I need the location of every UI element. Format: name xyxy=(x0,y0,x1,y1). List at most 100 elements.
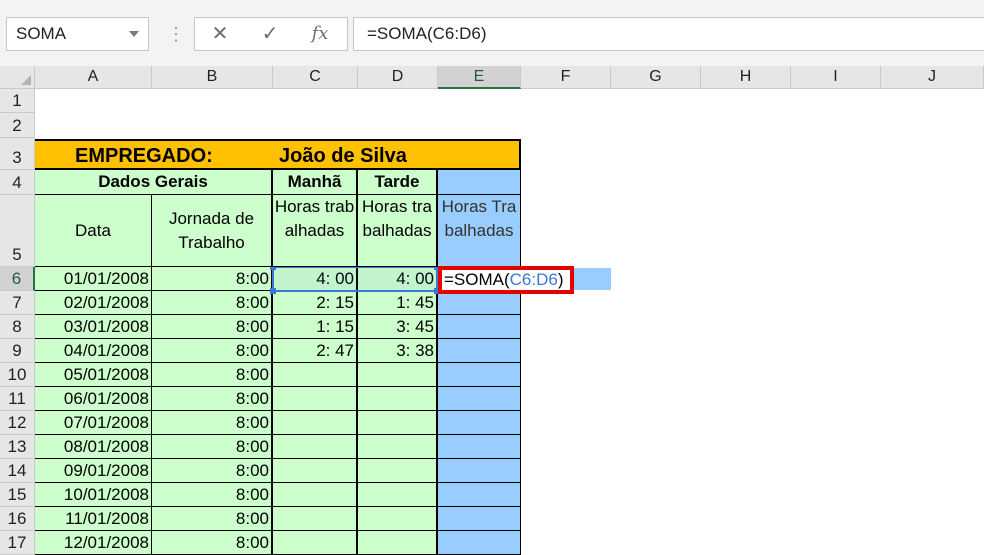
cell-date[interactable]: 12/01/2008 xyxy=(35,531,152,555)
cell-manha[interactable] xyxy=(273,411,358,435)
cell-date[interactable]: 07/01/2008 xyxy=(35,411,152,435)
cell-manha[interactable] xyxy=(273,387,358,411)
row-header-14[interactable]: 14 xyxy=(0,459,35,483)
cell-tarde[interactable] xyxy=(358,363,438,387)
row-header-4[interactable]: 4 xyxy=(0,170,35,195)
column-header-a[interactable]: A xyxy=(35,66,152,89)
cell-manha[interactable] xyxy=(273,483,358,507)
cell-date[interactable]: 03/01/2008 xyxy=(35,315,152,339)
column-header-g[interactable]: G xyxy=(611,66,701,89)
cell-jornada[interactable]: 8:00 xyxy=(152,363,273,387)
cell-date[interactable]: 06/01/2008 xyxy=(35,387,152,411)
header-jornada[interactable]: Jornada de Trabalho xyxy=(152,195,273,267)
cell-tarde[interactable] xyxy=(358,507,438,531)
drag-handle-icon[interactable]: ⋮ xyxy=(167,22,185,46)
row-header-12[interactable]: 12 xyxy=(0,411,35,435)
cell-date[interactable]: 09/01/2008 xyxy=(35,459,152,483)
cell-date[interactable]: 10/01/2008 xyxy=(35,483,152,507)
row-header-9[interactable]: 9 xyxy=(0,339,35,363)
cell-tarde[interactable]: 3: 38 xyxy=(358,339,438,363)
cancel-icon[interactable]: ✕ xyxy=(195,18,245,50)
group-tarde[interactable]: Tarde xyxy=(358,170,438,195)
cell-date[interactable]: 08/01/2008 xyxy=(35,435,152,459)
cell-jornada[interactable]: 8:00 xyxy=(152,531,273,555)
cell-jornada[interactable]: 8:00 xyxy=(152,459,273,483)
cell-date[interactable]: 01/01/2008 xyxy=(35,267,152,291)
cell-date[interactable]: 11/01/2008 xyxy=(35,507,152,531)
cell-jornada[interactable]: 8:00 xyxy=(152,315,273,339)
cell-tarde[interactable] xyxy=(358,459,438,483)
cell-manha[interactable] xyxy=(273,435,358,459)
cell-manha[interactable] xyxy=(273,459,358,483)
header-manha-horas[interactable]: Horas trabalhadas xyxy=(273,195,358,267)
cell-total[interactable] xyxy=(438,339,521,363)
row-header-17[interactable]: 17 xyxy=(0,531,35,555)
cell-jornada[interactable]: 8:00 xyxy=(152,387,273,411)
cell-jornada[interactable]: 8:00 xyxy=(152,411,273,435)
cell-manha[interactable]: 1: 15 xyxy=(273,315,358,339)
cell-date[interactable]: 05/01/2008 xyxy=(35,363,152,387)
cell-total[interactable] xyxy=(438,459,521,483)
insert-function-icon[interactable]: fx xyxy=(295,18,345,50)
enter-icon[interactable]: ✓ xyxy=(245,18,295,50)
column-header-h[interactable]: H xyxy=(701,66,791,89)
row-header-7[interactable]: 7 xyxy=(0,291,35,315)
row-header-15[interactable]: 15 xyxy=(0,483,35,507)
cell-jornada[interactable]: 8:00 xyxy=(152,507,273,531)
row-header-11[interactable]: 11 xyxy=(0,387,35,411)
row-header-3[interactable]: 3 xyxy=(0,138,35,170)
column-header-c[interactable]: C xyxy=(273,66,358,89)
cell-date[interactable]: 04/01/2008 xyxy=(35,339,152,363)
column-header-i[interactable]: I xyxy=(791,66,881,89)
row-header-10[interactable]: 10 xyxy=(0,363,35,387)
cell-jornada[interactable]: 8:00 xyxy=(152,267,273,291)
cell-tarde[interactable] xyxy=(358,435,438,459)
header-data[interactable]: Data xyxy=(35,195,152,267)
title-banner[interactable]: EMPREGADO: João de Silva xyxy=(35,139,521,170)
group-dados-gerais[interactable]: Dados Gerais xyxy=(35,170,273,195)
cell-total[interactable] xyxy=(438,531,521,555)
cell-manha[interactable] xyxy=(273,507,358,531)
cell-date[interactable]: 02/01/2008 xyxy=(35,291,152,315)
cell-total[interactable] xyxy=(438,411,521,435)
cell-total[interactable] xyxy=(438,315,521,339)
cell-tarde[interactable]: 1: 45 xyxy=(358,291,438,315)
row-header-13[interactable]: 13 xyxy=(0,435,35,459)
row-header-5[interactable]: 5 xyxy=(0,195,35,267)
cell-tarde[interactable]: 3: 45 xyxy=(358,315,438,339)
row-header-6[interactable]: 6 xyxy=(0,267,35,291)
cell-jornada[interactable]: 8:00 xyxy=(152,435,273,459)
cell-total[interactable] xyxy=(438,435,521,459)
range-handle[interactable] xyxy=(270,288,276,294)
cell-jornada[interactable]: 8:00 xyxy=(152,291,273,315)
cell-tarde[interactable] xyxy=(358,483,438,507)
editing-cell-e6[interactable]: =SOMA(C6:D6) xyxy=(438,266,574,294)
group-manha[interactable]: Manhã xyxy=(273,170,358,195)
cell-manha[interactable] xyxy=(273,531,358,555)
cell-manha[interactable] xyxy=(273,363,358,387)
column-header-e[interactable]: E xyxy=(438,66,521,89)
cell-total[interactable] xyxy=(438,291,521,315)
cell-manha[interactable]: 2: 15 xyxy=(273,291,358,315)
header-total-horas[interactable]: Horas Trabalhadas xyxy=(438,195,521,267)
cell-tarde[interactable] xyxy=(358,411,438,435)
column-header-b[interactable]: B xyxy=(152,66,273,89)
column-header-j[interactable]: J xyxy=(881,66,984,89)
formula-input[interactable]: =SOMA(C6:D6) xyxy=(353,17,984,51)
cell-total[interactable] xyxy=(438,483,521,507)
row-header-1[interactable]: 1 xyxy=(0,89,35,113)
cell-manha[interactable]: 2: 47 xyxy=(273,339,358,363)
row-header-2[interactable]: 2 xyxy=(0,113,35,138)
column-header-f[interactable]: F xyxy=(521,66,611,89)
row-header-16[interactable]: 16 xyxy=(0,507,35,531)
name-box[interactable]: SOMA xyxy=(6,17,149,51)
chevron-down-icon[interactable] xyxy=(129,31,139,37)
cell-jornada[interactable]: 8:00 xyxy=(152,483,273,507)
select-all-corner[interactable] xyxy=(0,66,35,89)
cell-total[interactable] xyxy=(438,387,521,411)
row-header-8[interactable]: 8 xyxy=(0,315,35,339)
cell-total[interactable] xyxy=(438,363,521,387)
cell-jornada[interactable]: 8:00 xyxy=(152,339,273,363)
header-tarde-horas[interactable]: Horas trabalhadas xyxy=(358,195,438,267)
group-total[interactable] xyxy=(438,170,521,195)
